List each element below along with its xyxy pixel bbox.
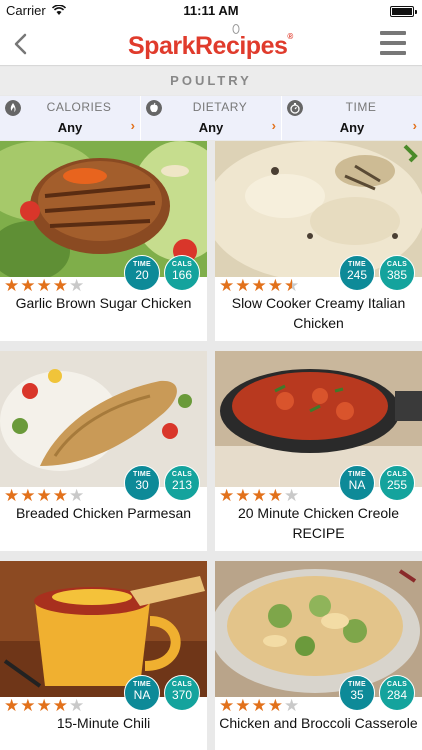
recipe-title[interactable]: Breaded Chicken Parmesan xyxy=(4,503,203,523)
filter-dietary[interactable]: DIETARY Any › xyxy=(141,96,282,140)
filter-value: Any xyxy=(198,120,224,135)
recipe-title[interactable]: 20 Minute Chicken Creole RECIPE xyxy=(219,503,418,543)
clock: 11:11 AM xyxy=(183,3,239,18)
calories-badge: CALS 284 xyxy=(379,675,415,711)
filter-label: DIETARY xyxy=(192,100,248,114)
calories-badge: CALS 255 xyxy=(379,465,415,501)
battery-icon xyxy=(390,6,417,17)
recipe-card[interactable]: TIME 245 CALS 385 ★ ★ ★ ★ ★ Slow Cooker Creamy… xyxy=(215,141,422,341)
time-badge: TIME NA xyxy=(124,675,160,711)
calories-badge: CALS 166 xyxy=(164,255,200,291)
logo-text-spark: Spark xyxy=(128,32,195,60)
time-badge: TIME NA xyxy=(339,465,375,501)
filter-label: TIME xyxy=(345,100,377,114)
status-bar: Carrier 11:11 AM xyxy=(0,0,422,22)
chevron-right-icon: › xyxy=(271,118,276,133)
recipe-title[interactable]: Garlic Brown Sugar Chicken xyxy=(4,293,203,313)
calories-badge: CALS 385 xyxy=(379,255,415,291)
sparkrecipes-logo[interactable]: SparkRecipes® xyxy=(128,32,293,61)
time-badge: TIME 20 xyxy=(124,255,160,291)
logo-text-recipes: Recipes xyxy=(194,32,288,60)
logo-whisk-icon xyxy=(232,24,240,34)
chevron-right-icon: › xyxy=(412,118,417,133)
filter-value: Any xyxy=(339,120,365,135)
time-badge: TIME 30 xyxy=(124,465,160,501)
calories-badge: CALS 213 xyxy=(164,465,200,501)
recipe-title[interactable]: 15-Minute Chili xyxy=(4,713,203,733)
recipe-card[interactable]: TIME 20 CALS 166 ★ ★ ★ ★ ★ Garlic Brown Sugar … xyxy=(0,141,207,341)
recipe-card[interactable]: TIME NA CALS 255 ★ ★ ★ ★ ★ 20 Minute Chicken C… xyxy=(215,351,422,551)
recipe-grid: TIME 20 CALS 166 ★ ★ ★ ★ ★ Garlic Brown Sugar … xyxy=(0,141,422,750)
logo-registered-mark: ® xyxy=(287,32,293,41)
calories-badge: CALS 370 xyxy=(164,675,200,711)
time-badge: TIME 245 xyxy=(339,255,375,291)
recipe-card[interactable]: TIME 30 CALS 213 ★ ★ ★ ★ ★ Breaded Chicken Par… xyxy=(0,351,207,551)
category-title: POULTRY xyxy=(170,73,252,88)
nav-bar: SparkRecipes® xyxy=(0,22,422,66)
recipe-card[interactable]: TIME NA CALS 370 ★ ★ ★ ★ ★ 15-Minute Chili xyxy=(0,561,207,750)
recipe-title[interactable]: Chicken and Broccoli Casserole xyxy=(219,713,418,733)
filter-time[interactable]: TIME Any › xyxy=(282,96,422,140)
time-badge: TIME 35 xyxy=(339,675,375,711)
filter-label: CALORIES xyxy=(46,100,112,114)
recipe-title[interactable]: Slow Cooker Creamy Italian Chicken xyxy=(219,293,418,333)
filter-bar: CALORIES Any › DIETARY Any › TIME Any › xyxy=(0,96,422,140)
filter-value: Any xyxy=(57,120,83,135)
back-chevron-icon[interactable] xyxy=(8,30,34,58)
category-header: POULTRY xyxy=(0,67,422,95)
hamburger-menu-icon[interactable] xyxy=(380,31,406,55)
recipe-card[interactable]: TIME 35 CALS 284 ★ ★ ★ ★ ★ Chicken and Broccol… xyxy=(215,561,422,750)
chevron-right-icon: › xyxy=(130,118,135,133)
filter-calories[interactable]: CALORIES Any › xyxy=(0,96,141,140)
